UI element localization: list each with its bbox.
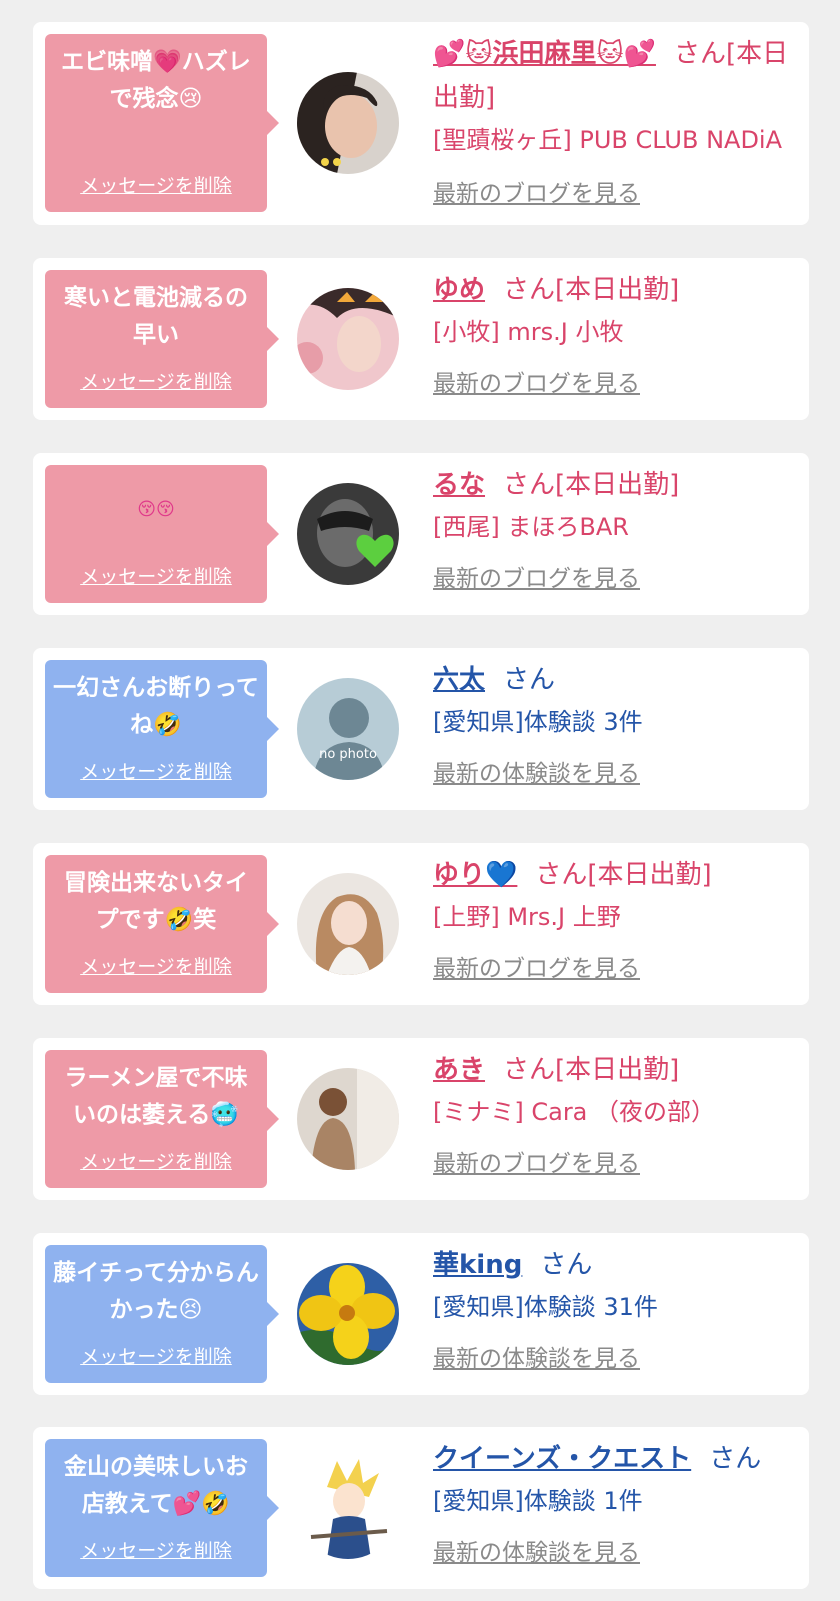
message-text: 😚😚	[137, 499, 175, 520]
message-list: エビ味噌💗ハズレで残念😢 メッセージを削除 💕🐱浜田麻里🐱💕 さん[本日出勤] […	[0, 0, 840, 1601]
message-card: 寒いと電池減るの早い メッセージを削除 ゆめ さん[本日出勤] [小牧] mrs.…	[33, 258, 809, 420]
message-text: ラーメン屋で不味いのは萎える🥶	[64, 1065, 248, 1128]
profile-name-link[interactable]: 華king	[433, 1250, 522, 1280]
review-count: [愛知県]体験談 31件	[433, 1293, 658, 1321]
profile-info: 華king さん [愛知県]体験談 31件 最新の体験談を見る	[433, 1243, 803, 1377]
message-card: 金山の美味しいお店教えて💕🤣 メッセージを削除 クイーンズ・クエスト さん [愛知…	[33, 1427, 809, 1589]
profile-name-link[interactable]: クイーンズ・クエスト	[433, 1444, 691, 1474]
avatar[interactable]	[297, 483, 399, 585]
message-text: 寒いと電池減るの早い	[64, 285, 248, 348]
message-text: エビ味噌💗ハズレで残念😢	[61, 49, 251, 112]
profile-header: 💕🐱浜田麻里🐱💕 さん[本日出勤]	[433, 32, 803, 120]
profile-info: クイーンズ・クエスト さん [愛知県]体験談 1件 最新の体験談を見る	[433, 1437, 803, 1571]
profile-header: 華king さん	[433, 1243, 803, 1287]
profile-info: ゆめ さん[本日出勤] [小牧] mrs.J 小牧 最新のブログを見る	[433, 268, 803, 402]
shop-info: [上野] Mrs.J 上野	[433, 903, 621, 931]
profile-name-link[interactable]: ゆり💙	[433, 860, 517, 890]
message-card: 😚😚 メッセージを削除 るな さん[本日出勤] [西尾] まほろBAR 最新のブロ…	[33, 453, 809, 615]
profile-name-link[interactable]: 💕🐱浜田麻里🐱💕	[433, 39, 656, 69]
shop-info: [聖蹟桜ヶ丘] PUB CLUB NADiA	[433, 126, 783, 154]
message-text: 藤イチって分からんかった😣	[53, 1260, 259, 1323]
profile-info: ゆり💙 さん[本日出勤] [上野] Mrs.J 上野 最新のブログを見る	[433, 853, 803, 987]
message-card: 一幻さんお断りってね🤣 メッセージを削除 no photo 六太 さん [愛知県]…	[33, 648, 809, 810]
profile-suffix: さん	[503, 665, 556, 695]
delete-message-link[interactable]: メッセージを削除	[45, 1536, 267, 1563]
message-text: 金山の美味しいお店教えて💕🤣	[64, 1454, 248, 1517]
profile-name-link[interactable]: ゆめ	[433, 275, 485, 305]
message-card: 冒険出来ないタイプです🤣笑 メッセージを削除 ゆり💙 さん[本日出勤] [上野] …	[33, 843, 809, 1005]
latest-blog-link[interactable]: 最新のブログを見る	[433, 951, 803, 987]
profile-header: るな さん[本日出勤]	[433, 463, 803, 507]
profile-suffix: さん[本日出勤]	[503, 275, 680, 305]
message-bubble: 一幻さんお断りってね🤣 メッセージを削除	[45, 660, 279, 798]
shop-info: [小牧] mrs.J 小牧	[433, 318, 624, 346]
latest-blog-link[interactable]: 最新のブログを見る	[433, 366, 803, 402]
shop-info: [ミナミ] Cara （夜の部）	[433, 1098, 716, 1126]
message-card: エビ味噌💗ハズレで残念😢 メッセージを削除 💕🐱浜田麻里🐱💕 さん[本日出勤] […	[33, 22, 809, 225]
message-bubble: エビ味噌💗ハズレで残念😢 メッセージを削除	[45, 34, 279, 212]
profile-header: クイーンズ・クエスト さん	[433, 1437, 803, 1481]
delete-message-link[interactable]: メッセージを削除	[45, 1342, 267, 1369]
latest-blog-link[interactable]: 最新のブログを見る	[433, 1146, 803, 1182]
profile-suffix: さん[本日出勤]	[503, 470, 680, 500]
avatar[interactable]	[297, 288, 399, 390]
delete-message-link[interactable]: メッセージを削除	[45, 757, 267, 784]
message-text: 冒険出来ないタイプです🤣笑	[64, 870, 248, 933]
avatar[interactable]	[297, 873, 399, 975]
profile-info: 💕🐱浜田麻里🐱💕 さん[本日出勤] [聖蹟桜ヶ丘] PUB CLUB NADiA …	[433, 32, 803, 212]
latest-blog-link[interactable]: 最新のブログを見る	[433, 176, 803, 212]
profile-info: 六太 さん [愛知県]体験談 3件 最新の体験談を見る	[433, 658, 803, 792]
delete-message-link[interactable]: メッセージを削除	[45, 952, 267, 979]
message-card: ラーメン屋で不味いのは萎える🥶 メッセージを削除 あき さん[本日出勤] [ミナミ…	[33, 1038, 809, 1200]
message-text: 一幻さんお断りってね🤣	[53, 675, 259, 738]
avatar[interactable]	[297, 1263, 399, 1365]
latest-review-link[interactable]: 最新の体験談を見る	[433, 756, 803, 792]
review-count: [愛知県]体験談 1件	[433, 1487, 643, 1515]
profile-info: あき さん[本日出勤] [ミナミ] Cara （夜の部） 最新のブログを見る	[433, 1048, 803, 1182]
message-bubble: 寒いと電池減るの早い メッセージを削除	[45, 270, 279, 408]
message-bubble: 金山の美味しいお店教えて💕🤣 メッセージを削除	[45, 1439, 279, 1577]
latest-blog-link[interactable]: 最新のブログを見る	[433, 561, 803, 597]
profile-header: 六太 さん	[433, 658, 803, 702]
profile-header: あき さん[本日出勤]	[433, 1048, 803, 1092]
delete-message-link[interactable]: メッセージを削除	[45, 367, 267, 394]
profile-name-link[interactable]: あき	[433, 1055, 485, 1085]
profile-suffix: さん[本日出勤]	[535, 860, 712, 890]
profile-suffix: さん	[709, 1444, 762, 1474]
avatar[interactable]: no photo	[297, 678, 399, 780]
profile-header: ゆり💙 さん[本日出勤]	[433, 853, 803, 897]
profile-name-link[interactable]: 六太	[433, 665, 485, 695]
profile-header: ゆめ さん[本日出勤]	[433, 268, 803, 312]
latest-review-link[interactable]: 最新の体験談を見る	[433, 1535, 803, 1571]
message-card: 藤イチって分からんかった😣 メッセージを削除 華king さん [愛知県]体験談 …	[33, 1233, 809, 1395]
delete-message-link[interactable]: メッセージを削除	[45, 1147, 267, 1174]
message-bubble: 😚😚 メッセージを削除	[45, 465, 279, 603]
profile-name-link[interactable]: るな	[433, 470, 485, 500]
avatar[interactable]	[297, 72, 399, 174]
profile-info: るな さん[本日出勤] [西尾] まほろBAR 最新のブログを見る	[433, 463, 803, 597]
profile-suffix: さん	[540, 1250, 593, 1280]
message-bubble: 藤イチって分からんかった😣 メッセージを削除	[45, 1245, 279, 1383]
avatar[interactable]	[297, 1457, 399, 1559]
delete-message-link[interactable]: メッセージを削除	[45, 562, 267, 589]
delete-message-link[interactable]: メッセージを削除	[45, 171, 267, 198]
review-count: [愛知県]体験談 3件	[433, 708, 643, 736]
message-bubble: 冒険出来ないタイプです🤣笑 メッセージを削除	[45, 855, 279, 993]
no-photo-label: no photo	[319, 747, 377, 762]
message-bubble: ラーメン屋で不味いのは萎える🥶 メッセージを削除	[45, 1050, 279, 1188]
latest-review-link[interactable]: 最新の体験談を見る	[433, 1341, 803, 1377]
avatar[interactable]	[297, 1068, 399, 1170]
profile-suffix: さん[本日出勤]	[503, 1055, 680, 1085]
shop-info: [西尾] まほろBAR	[433, 513, 629, 541]
